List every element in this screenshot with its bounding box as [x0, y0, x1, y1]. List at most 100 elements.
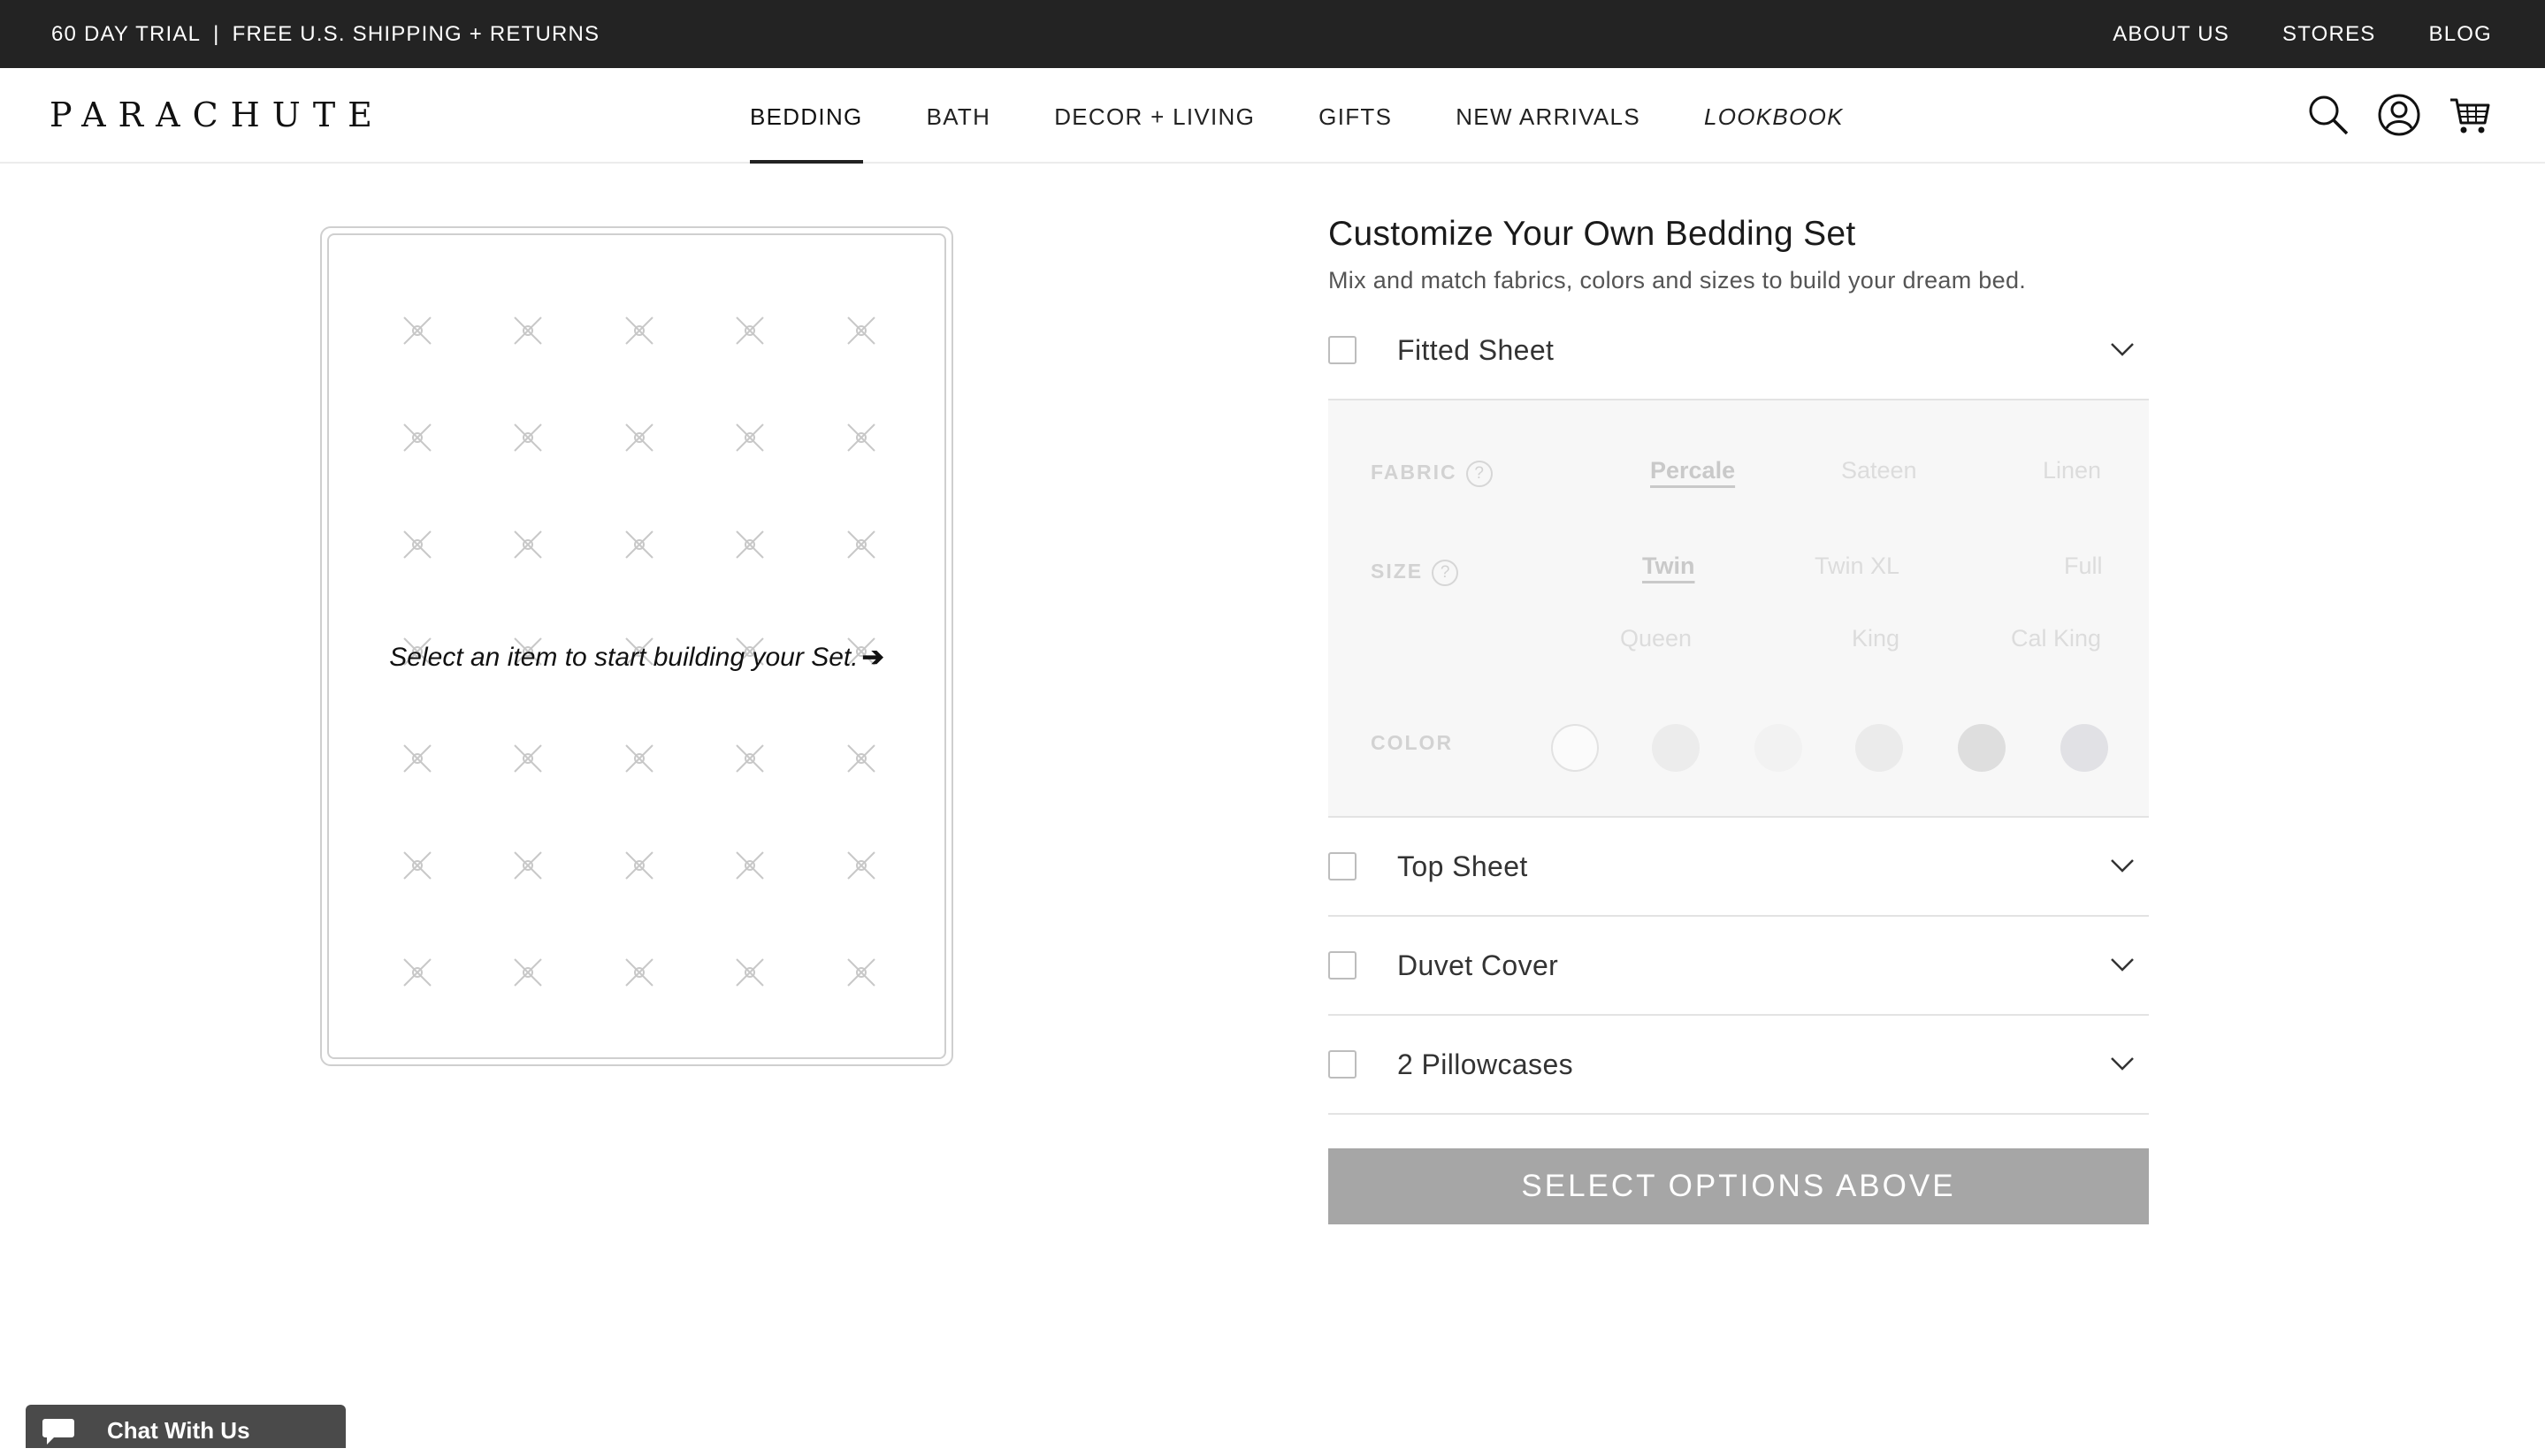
utility-links: ABOUT US STORES BLOG	[2113, 0, 2492, 68]
tuft-mark	[403, 958, 432, 987]
fabric-option-linen[interactable]: Linen	[2043, 457, 2101, 484]
color-swatch[interactable]	[1551, 724, 1599, 772]
tuft-mark	[403, 530, 432, 559]
size-option-king[interactable]: King	[1852, 625, 1899, 652]
tuft-mark	[625, 744, 653, 773]
tuft-mark	[514, 530, 542, 559]
fabric-label: FABRIC?	[1371, 461, 1493, 487]
tuft-mark	[736, 530, 764, 559]
size-option-cal-king[interactable]: Cal King	[2011, 625, 2101, 652]
account-icon[interactable]	[2377, 93, 2421, 137]
page-subtitle: Mix and match fabrics, colors and sizes …	[1328, 267, 2027, 293]
tuft-mark	[514, 423, 542, 452]
fabric-option-sateen[interactable]: Sateen	[1841, 457, 1917, 484]
parachute-logo[interactable]: PARACHUTE	[50, 98, 385, 132]
size-label-text: SIZE	[1371, 560, 1424, 583]
item-label: Fitted Sheet	[1397, 333, 1555, 366]
tuft-mark	[403, 316, 432, 345]
item-label: 2 Pillowcases	[1397, 1048, 1574, 1080]
shipping-text: FREE U.S. SHIPPING + RETURNS	[232, 22, 600, 46]
nav-bath[interactable]: BATH	[927, 68, 991, 162]
top-sheet-checkbox[interactable]	[1328, 852, 1357, 880]
bed-preview: Select an item to start building your Se…	[320, 226, 953, 1066]
tuft-mark	[625, 423, 653, 452]
color-swatch[interactable]	[1754, 724, 1802, 772]
chevron-down-icon[interactable]	[2110, 1051, 2135, 1076]
size-option-twin-xl[interactable]: Twin XL	[1815, 553, 1899, 580]
size-option-queen[interactable]: Queen	[1620, 625, 1692, 652]
promo-bar: 60 DAY TRIAL | FREE U.S. SHIPPING + RETURN…	[0, 0, 2545, 68]
search-icon[interactable]	[2306, 93, 2350, 137]
select-options-button[interactable]: SELECT OPTIONS ABOVE	[1328, 1148, 2149, 1224]
tuft-mark	[514, 851, 542, 880]
chat-with-us-button[interactable]: Chat With Us	[26, 1405, 346, 1448]
tuft-mark	[736, 851, 764, 880]
pillowcases-checkbox[interactable]	[1328, 1050, 1357, 1079]
tuft-mark	[514, 958, 542, 987]
chevron-down-icon[interactable]	[2110, 337, 2135, 362]
tuft-mark	[847, 744, 875, 773]
duvet-cover-checkbox[interactable]	[1328, 951, 1357, 980]
fabric-option-percale[interactable]: Percale	[1650, 457, 1735, 484]
tuft-mark	[625, 316, 653, 345]
chat-label: Chat With Us	[107, 1417, 250, 1444]
tuft-mark	[403, 851, 432, 880]
tuft-mark	[847, 851, 875, 880]
item-pillowcases[interactable]: 2 Pillowcases	[1328, 1016, 2149, 1115]
tuft-mark	[847, 958, 875, 987]
tuft-mark	[847, 316, 875, 345]
chevron-down-icon[interactable]	[2110, 952, 2135, 977]
fabric-help-icon[interactable]: ?	[1465, 461, 1493, 487]
color-swatch[interactable]	[1855, 724, 1903, 772]
item-fitted-sheet[interactable]: Fitted Sheet	[1328, 301, 2149, 400]
item-duvet-cover[interactable]: Duvet Cover	[1328, 917, 2149, 1016]
chat-bubble-icon	[42, 1419, 74, 1445]
fabric-label-text: FABRIC	[1371, 461, 1457, 484]
promo-text: 60 DAY TRIAL | FREE U.S. SHIPPING + RETURN…	[51, 0, 600, 68]
page-title: Customize Your Own Bedding Set	[1328, 215, 1856, 253]
nav-lookbook[interactable]: LOOKBOOK	[1704, 68, 1844, 162]
cart-icon[interactable]	[2448, 93, 2492, 137]
item-label: Duvet Cover	[1397, 949, 1559, 981]
tuft-mark	[403, 423, 432, 452]
site-header: PARACHUTE BEDDING BATH DECOR + LIVING GI…	[0, 68, 2545, 164]
nav-bedding[interactable]: BEDDING	[750, 68, 863, 164]
tuft-mark	[514, 744, 542, 773]
tuft-mark	[847, 530, 875, 559]
size-option-twin[interactable]: Twin	[1642, 553, 1694, 580]
tuft-mark	[847, 423, 875, 452]
about-us-link[interactable]: ABOUT US	[2113, 0, 2229, 68]
arrow-right-icon: ➔	[861, 643, 884, 672]
stores-link[interactable]: STORES	[2282, 0, 2375, 68]
size-help-icon[interactable]: ?	[1432, 560, 1459, 586]
tuft-mark	[625, 530, 653, 559]
color-swatch[interactable]	[1958, 724, 2006, 772]
blog-link[interactable]: BLOG	[2429, 0, 2493, 68]
trial-text: 60 DAY TRIAL	[51, 22, 202, 46]
color-label: COLOR	[1371, 731, 1454, 754]
mattress-outline: Select an item to start building your Se…	[327, 233, 946, 1059]
tuft-mark	[625, 851, 653, 880]
nav-decor-living[interactable]: DECOR + LIVING	[1054, 68, 1255, 162]
item-top-sheet[interactable]: Top Sheet	[1328, 818, 2149, 917]
tuft-mark	[514, 316, 542, 345]
customize-panel: Customize Your Own Bedding Set Mix and m…	[1328, 212, 2149, 1224]
chevron-down-icon[interactable]	[2110, 853, 2135, 878]
tuft-mark	[403, 744, 432, 773]
nav-gifts[interactable]: GIFTS	[1318, 68, 1392, 162]
promo-separator: |	[213, 22, 220, 46]
preview-message: Select an item to start building your Se…	[329, 642, 944, 673]
tuft-mark	[736, 316, 764, 345]
item-label: Top Sheet	[1397, 850, 1528, 882]
main-nav: BEDDING BATH DECOR + LIVING GIFTS NEW AR…	[750, 68, 1844, 164]
fitted-sheet-checkbox[interactable]	[1328, 336, 1357, 364]
tuft-mark	[736, 423, 764, 452]
fitted-sheet-options: FABRIC? Percale Sateen Linen SIZE? Twin …	[1328, 400, 2149, 818]
size-label: SIZE?	[1371, 560, 1459, 586]
size-option-full[interactable]: Full	[2064, 553, 2103, 580]
tuft-mark	[736, 958, 764, 987]
preview-message-text: Select an item to start building your Se…	[389, 643, 859, 672]
color-swatch[interactable]	[1652, 724, 1700, 772]
nav-new-arrivals[interactable]: NEW ARRIVALS	[1456, 68, 1640, 162]
color-swatch[interactable]	[2060, 724, 2108, 772]
